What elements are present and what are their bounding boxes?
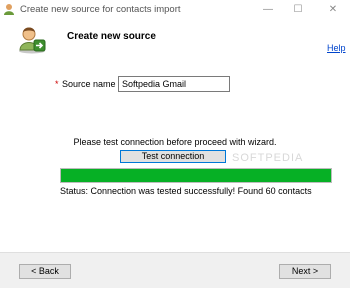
required-marker: *: [55, 79, 59, 89]
page-title: Create new source: [67, 31, 156, 42]
help-link[interactable]: Help: [327, 43, 346, 53]
user-import-icon: [17, 24, 47, 54]
close-button[interactable]: ✕: [318, 0, 348, 20]
progress-bar: [60, 168, 332, 183]
back-button[interactable]: < Back: [19, 264, 71, 279]
minimize-button[interactable]: —: [253, 0, 283, 20]
maximize-button[interactable]: ☐: [283, 0, 313, 20]
window-title: Create new source for contacts import: [20, 4, 181, 15]
status-text: Status: Connection was tested successful…: [60, 186, 312, 196]
wizard-window: Create new source for contacts import — …: [0, 0, 350, 288]
source-name-input[interactable]: [118, 76, 230, 92]
wizard-footer: < Back Next >: [0, 252, 350, 288]
app-icon: [3, 3, 16, 16]
title-bar: Create new source for contacts import — …: [0, 0, 350, 20]
next-button[interactable]: Next >: [279, 264, 331, 279]
progress-fill: [61, 169, 331, 182]
source-name-label: Source name: [62, 79, 116, 89]
test-connection-button[interactable]: Test connection: [120, 150, 226, 163]
wizard-header: Create new source: [0, 20, 350, 56]
watermark: SOFTPEDIA: [232, 152, 304, 164]
test-instruction: Please test connection before proceed wi…: [73, 137, 277, 147]
